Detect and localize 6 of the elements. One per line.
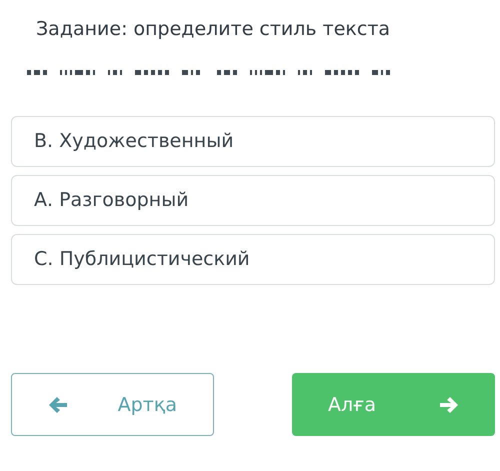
answer-option[interactable]: С. Публицистический: [11, 234, 495, 285]
answer-option[interactable]: В. Художественный: [11, 116, 495, 167]
answer-option[interactable]: А. Разговорный: [11, 175, 495, 226]
arrow-left-icon: [48, 396, 68, 414]
arrow-right-icon: [439, 396, 459, 414]
task-title: Задание: определите стиль текста: [35, 17, 392, 42]
